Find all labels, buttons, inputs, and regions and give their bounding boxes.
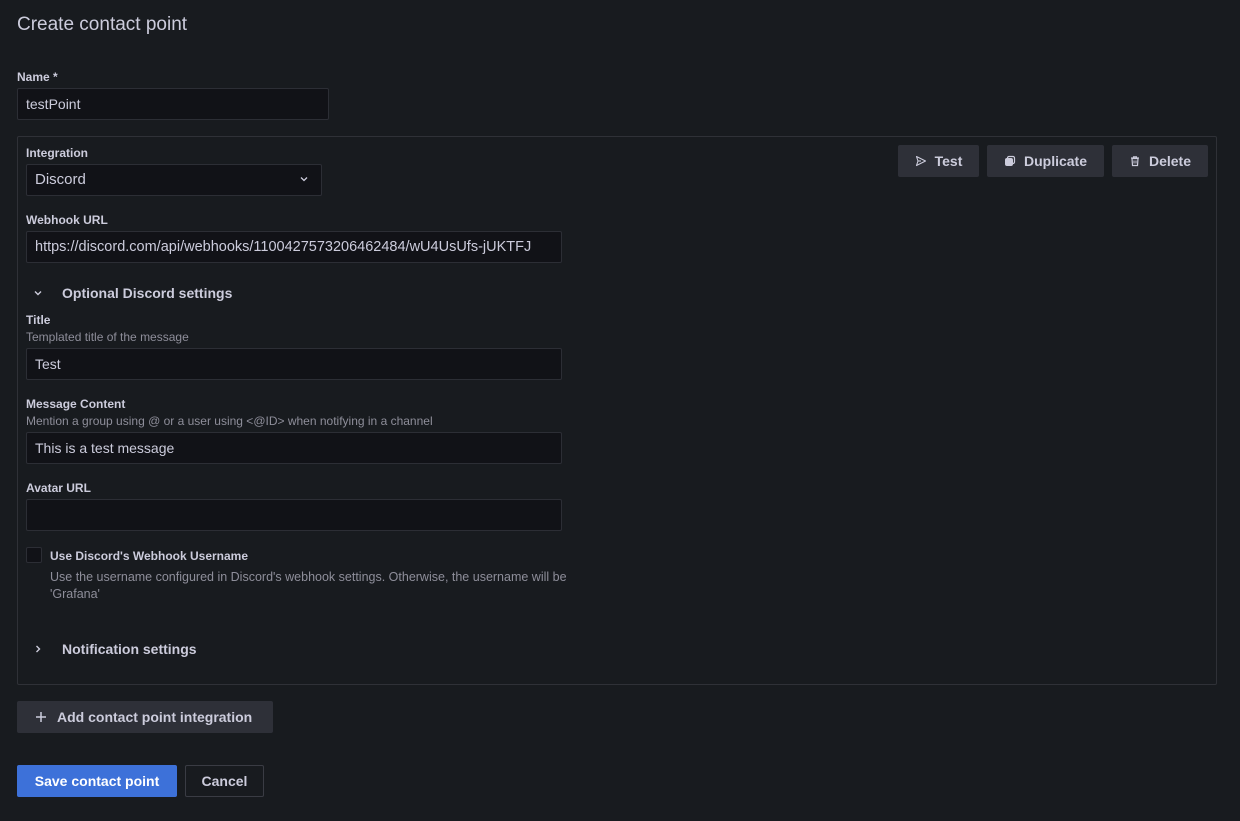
create-contact-point-page: Create contact point Name * testPoint In… (0, 0, 1240, 821)
avatar-url-input[interactable] (26, 499, 562, 531)
duplicate-button[interactable]: Duplicate (987, 145, 1104, 177)
avatar-url-label: Avatar URL (26, 481, 91, 495)
test-button-label: Test (934, 153, 963, 169)
plus-icon (36, 712, 46, 722)
chevron-down-icon (300, 177, 308, 182)
name-input[interactable]: testPoint (17, 88, 329, 120)
integration-select[interactable]: Discord (26, 164, 322, 196)
chevron-right-icon (26, 644, 50, 654)
use-webhook-username-label: Use Discord's Webhook Username (50, 549, 249, 563)
integration-card: Integration Discord Test Duplicate Delet… (17, 136, 1217, 685)
cancel-button[interactable]: Cancel (185, 765, 264, 797)
integration-label: Integration (26, 146, 88, 160)
webhook-url-input[interactable]: https://discord.com/api/webhooks/1100427… (26, 231, 562, 263)
webhook-url-label: Webhook URL (26, 213, 108, 227)
trash-icon (1130, 156, 1139, 167)
use-webhook-username-checkbox[interactable] (26, 547, 42, 563)
copy-icon (1004, 155, 1016, 166)
save-contact-point-button[interactable]: Save contact point (17, 765, 177, 797)
optional-discord-settings-toggle[interactable]: Optional Discord settings (18, 285, 232, 301)
page-title: Create contact point (17, 14, 188, 35)
title-input[interactable]: Test (26, 348, 562, 380)
add-contact-point-integration-label: Add contact point integration (57, 709, 253, 725)
integration-select-value: Discord (35, 171, 86, 188)
chevron-down-icon (26, 288, 50, 298)
message-content-description: Mention a group using @ or a user using … (26, 414, 433, 428)
notification-settings-toggle[interactable]: Notification settings (18, 641, 197, 657)
duplicate-button-label: Duplicate (1023, 153, 1087, 169)
delete-button-label: Delete (1148, 153, 1192, 169)
name-label: Name * (17, 70, 58, 84)
delete-button[interactable]: Delete (1112, 145, 1208, 177)
test-button[interactable]: Test (898, 145, 979, 177)
notification-settings-label: Notification settings (62, 641, 197, 657)
use-webhook-username-description: Use the username configured in Discord's… (50, 570, 567, 601)
message-content-input[interactable]: This is a test message (26, 432, 562, 464)
add-contact-point-integration-button[interactable]: Add contact point integration (17, 701, 273, 733)
optional-discord-settings-label: Optional Discord settings (62, 285, 233, 301)
title-description: Templated title of the message (26, 330, 189, 344)
send-icon (915, 155, 926, 167)
title-label: Title (26, 313, 51, 327)
message-content-label: Message Content (26, 397, 126, 411)
